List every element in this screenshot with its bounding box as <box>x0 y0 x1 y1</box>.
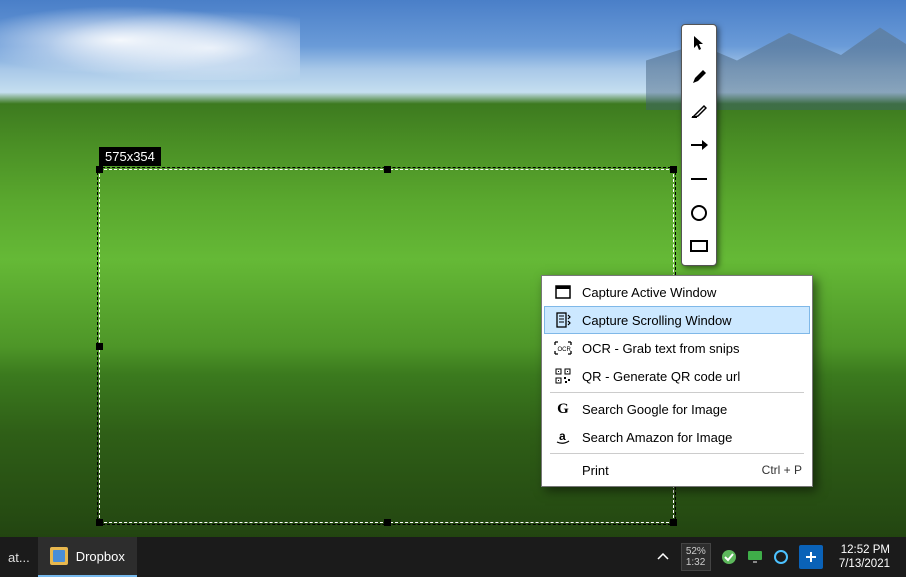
menu-separator <box>550 453 804 454</box>
tool-cursor[interactable] <box>685 29 713 57</box>
taskbar: at... Dropbox 52% 1:32 12:52 PM 7/13/202… <box>0 537 906 577</box>
tool-ellipse[interactable] <box>685 199 713 227</box>
menu-capture-active-window[interactable]: Capture Active Window <box>544 278 810 306</box>
scroll-window-icon <box>552 312 574 328</box>
menu-qr[interactable]: QR - Generate QR code url <box>544 362 810 390</box>
battery-indicator[interactable]: 52% 1:32 <box>681 543 711 571</box>
resize-handle-nw[interactable] <box>96 166 103 173</box>
dropbox-icon <box>50 547 68 565</box>
plus-icon <box>805 551 817 563</box>
menu-label: Search Google for Image <box>582 402 802 417</box>
ellipse-icon <box>690 204 708 222</box>
menu-separator <box>550 392 804 393</box>
arrow-icon <box>690 139 708 151</box>
menu-label: Search Amazon for Image <box>582 430 802 445</box>
rectangle-icon <box>690 240 708 254</box>
clouds-decor <box>0 0 300 80</box>
menu-capture-scrolling-window[interactable]: Capture Scrolling Window <box>544 306 810 334</box>
tray-cortana[interactable] <box>773 549 789 565</box>
menu-search-google[interactable]: G Search Google for Image <box>544 395 810 423</box>
window-icon <box>552 285 574 299</box>
tray-add-button[interactable] <box>799 545 823 569</box>
cortana-icon <box>773 549 789 565</box>
taskbar-app-truncated[interactable]: at... <box>0 537 38 577</box>
check-circle-icon <box>721 549 737 565</box>
tray-status-ok[interactable] <box>721 549 737 565</box>
taskbar-app-label: Dropbox <box>76 549 125 564</box>
battery-time: 1:32 <box>686 557 706 568</box>
resize-handle-sw[interactable] <box>96 519 103 526</box>
ocr-icon: OCR <box>552 341 574 355</box>
amazon-icon: a <box>552 429 574 445</box>
tool-rectangle[interactable] <box>685 233 713 261</box>
cursor-icon <box>691 35 707 51</box>
resize-handle-w[interactable] <box>96 343 103 350</box>
chevron-up-icon <box>657 553 669 561</box>
menu-label: Capture Active Window <box>582 285 802 300</box>
tray-expand-button[interactable] <box>655 549 671 565</box>
pen-icon <box>691 69 707 85</box>
tray-monitor[interactable] <box>747 549 763 565</box>
clock-time: 12:52 PM <box>839 543 890 557</box>
line-icon <box>690 176 708 182</box>
resize-handle-se[interactable] <box>670 519 677 526</box>
menu-label: Print <box>582 463 762 478</box>
selection-size-badge: 575x354 <box>99 147 161 166</box>
google-icon: G <box>552 401 574 418</box>
resize-handle-ne[interactable] <box>670 166 677 173</box>
svg-text:a: a <box>559 429 566 443</box>
annotation-toolbar <box>681 24 717 266</box>
taskbar-app-dropbox[interactable]: Dropbox <box>38 537 137 577</box>
taskbar-clock[interactable]: 12:52 PM 7/13/2021 <box>833 543 896 571</box>
menu-print[interactable]: Print Ctrl + P <box>544 456 810 484</box>
monitor-icon <box>747 550 763 564</box>
context-menu: Capture Active Window Capture Scrolling … <box>541 275 813 487</box>
menu-shortcut: Ctrl + P <box>762 463 802 477</box>
tool-line[interactable] <box>685 165 713 193</box>
tool-highlighter[interactable] <box>685 97 713 125</box>
system-tray: 52% 1:32 12:52 PM 7/13/2021 <box>655 537 906 577</box>
battery-percent: 52% <box>686 546 706 557</box>
menu-label: Capture Scrolling Window <box>582 313 802 328</box>
qr-icon <box>552 368 574 384</box>
menu-label: QR - Generate QR code url <box>582 369 802 384</box>
resize-handle-n[interactable] <box>384 166 391 173</box>
tool-arrow[interactable] <box>685 131 713 159</box>
menu-search-amazon[interactable]: a Search Amazon for Image <box>544 423 810 451</box>
clock-date: 7/13/2021 <box>839 557 890 571</box>
menu-label: OCR - Grab text from snips <box>582 341 802 356</box>
menu-ocr[interactable]: OCR OCR - Grab text from snips <box>544 334 810 362</box>
highlighter-icon <box>691 103 707 119</box>
resize-handle-s[interactable] <box>384 519 391 526</box>
svg-text:OCR: OCR <box>558 347 572 353</box>
tool-pen[interactable] <box>685 63 713 91</box>
